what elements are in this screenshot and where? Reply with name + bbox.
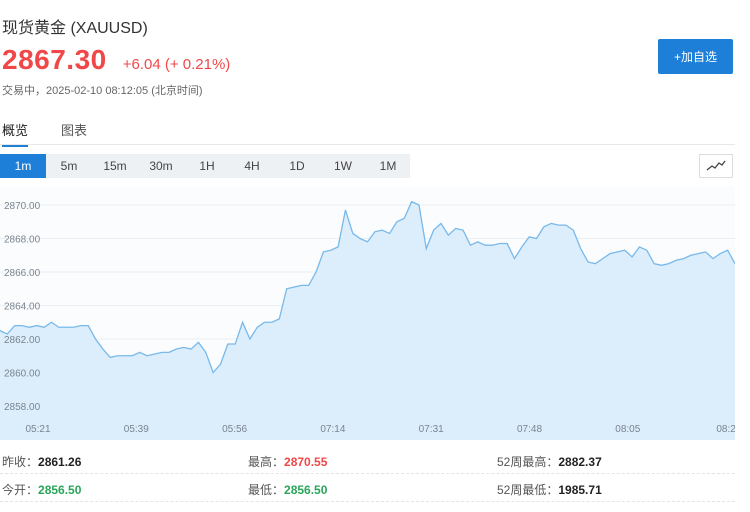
period-1m-month[interactable]: 1M bbox=[366, 154, 410, 178]
period-1d[interactable]: 1D bbox=[274, 154, 320, 178]
period-5m[interactable]: 5m bbox=[46, 154, 92, 178]
current-price: 2867.30 bbox=[2, 44, 107, 75]
y-tick-label: 2870.00 bbox=[4, 201, 41, 212]
period-1h[interactable]: 1H bbox=[184, 154, 230, 178]
price-row: 2867.30 +6.04 (+ 0.21%) bbox=[2, 44, 230, 76]
y-tick-label: 2860.00 bbox=[4, 369, 41, 380]
period-30m[interactable]: 30m bbox=[138, 154, 184, 178]
period-4h[interactable]: 4H bbox=[230, 154, 274, 178]
x-tick-label: 05:21 bbox=[25, 424, 50, 435]
period-1m[interactable]: 1m bbox=[0, 154, 46, 178]
period-1w[interactable]: 1W bbox=[320, 154, 366, 178]
tab-chart[interactable]: 图表 bbox=[61, 120, 87, 145]
view-tabs: 概览 图表 bbox=[0, 116, 735, 147]
x-tick-label: 08:2 bbox=[716, 424, 735, 435]
x-tick-label: 05:56 bbox=[222, 424, 247, 435]
period-selector: 1m 5m 15m 30m 1H 4H 1D 1W 1M bbox=[0, 154, 410, 178]
stat-52w-low: 52周最低：1985.71 bbox=[497, 483, 602, 497]
y-tick-label: 2862.00 bbox=[4, 335, 41, 346]
stats-row-2: 今开：2856.50 最低：2856.50 52周最低：1985.71 bbox=[0, 474, 735, 502]
y-tick-label: 2864.00 bbox=[4, 302, 41, 313]
y-tick-label: 2868.00 bbox=[4, 235, 41, 246]
stat-low: 最低：2856.50 bbox=[248, 483, 328, 497]
price-change: +6.04 (+ 0.21%) bbox=[122, 56, 231, 73]
stat-open: 今开：2856.50 bbox=[2, 483, 82, 497]
tab-overview[interactable]: 概览 bbox=[2, 120, 29, 147]
y-tick-label: 2858.00 bbox=[4, 402, 41, 413]
line-chart-icon bbox=[706, 160, 726, 171]
page-title: 现货黄金 (XAUUSD) bbox=[2, 20, 148, 37]
stat-52w-high: 52周最高：2882.37 bbox=[497, 455, 602, 469]
x-tick-label: 08:05 bbox=[615, 424, 640, 435]
stats-row-1: 昨收：2861.26 最高：2870.55 52周最高：2882.37 bbox=[0, 446, 735, 474]
x-tick-label: 07:48 bbox=[517, 424, 542, 435]
x-tick-label: 07:31 bbox=[419, 424, 444, 435]
x-tick-label: 05:39 bbox=[124, 424, 149, 435]
x-tick-label: 07:14 bbox=[320, 424, 345, 435]
stat-prev-close: 昨收：2861.26 bbox=[2, 455, 82, 469]
chart-type-button[interactable] bbox=[699, 154, 733, 178]
add-watchlist-button[interactable]: +加自选 bbox=[658, 39, 733, 74]
period-15m[interactable]: 15m bbox=[92, 154, 138, 178]
y-tick-label: 2866.00 bbox=[4, 268, 41, 279]
price-area-chart[interactable]: 2870.00 2868.00 2866.00 2864.00 2862.00 2860.… bbox=[0, 187, 735, 440]
trading-status: 交易中，2025-02-10 08:12:05 (北京时间) bbox=[2, 85, 203, 97]
stat-high: 最高：2870.55 bbox=[248, 455, 328, 469]
